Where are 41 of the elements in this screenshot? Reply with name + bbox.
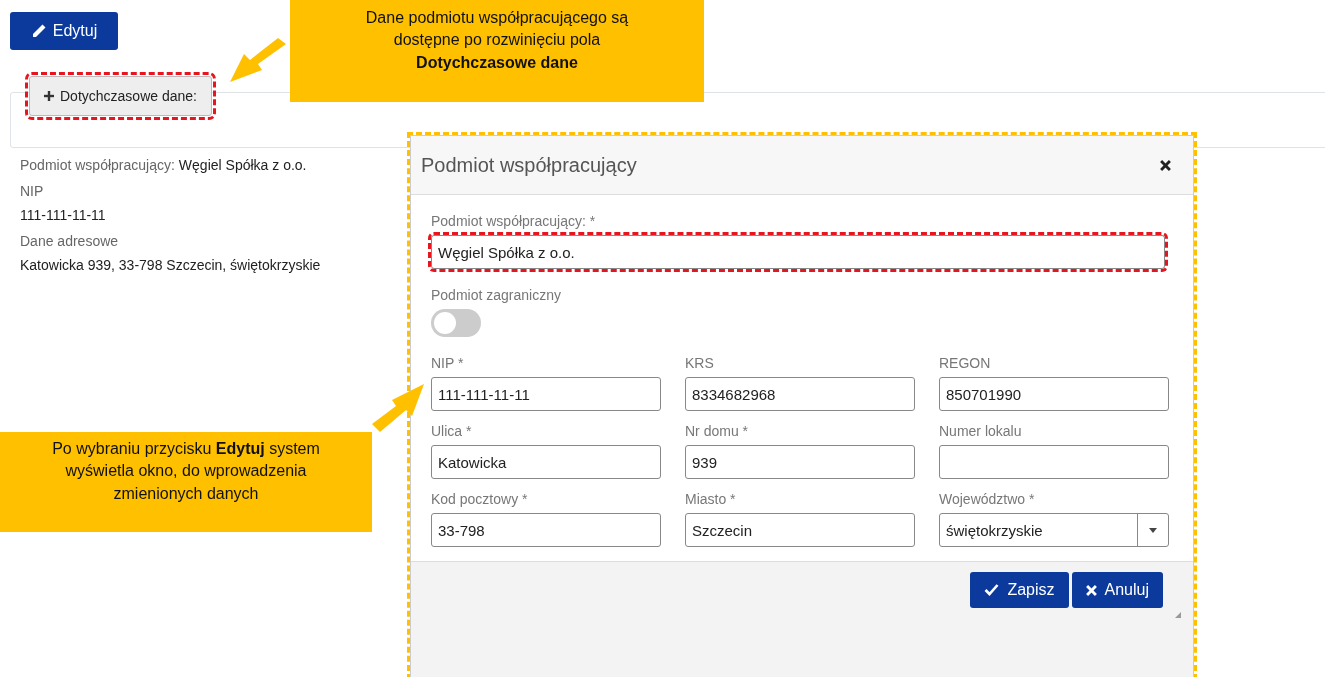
detail-value: Węgiel Spółka z o.o. <box>178 157 307 173</box>
edit-button[interactable]: Edytuj <box>10 12 118 50</box>
detail-label: NIP <box>20 183 45 199</box>
field-label: Województwo * <box>939 491 1036 507</box>
resize-handle-icon[interactable] <box>1175 612 1181 618</box>
close-icon[interactable] <box>1160 159 1171 171</box>
field-label: Ulica * <box>431 423 473 439</box>
text-input[interactable]: 111-111-11-11 <box>431 377 661 411</box>
field-label: Kod pocztowy * <box>431 491 529 507</box>
caret-icon <box>1149 527 1157 533</box>
detail-value: 111-111-11-11 <box>20 207 107 223</box>
text-input[interactable]: 939 <box>685 445 915 479</box>
cancel-button[interactable]: Anuluj <box>1071 572 1163 608</box>
text-input[interactable] <box>939 445 1169 479</box>
callout-note: Dane podmiotu współpracującego są dostępne po rozwinięciu pola Dotychczasowe dane <box>290 0 704 102</box>
text-input[interactable]: Katowicka <box>431 445 661 479</box>
plus-icon <box>44 91 54 101</box>
toggle-switch[interactable] <box>431 309 481 337</box>
callout-note: Po wybraniu przycisku Edytuj system wyświetla okno, do wprowadzenia zmienionych danych <box>0 432 372 532</box>
close-icon <box>1085 584 1097 596</box>
field-label: NIP * <box>431 355 465 371</box>
field-label: Numer lokalu <box>939 423 1023 439</box>
field-label: REGON <box>939 355 992 371</box>
select-dropdown[interactable]: świętokrzyskie <box>939 513 1169 547</box>
detail-value: Katowicka 939, 33-798 Szczecin, świętokrzyskie <box>20 257 321 273</box>
field-label: Miasto * <box>685 491 737 507</box>
save-button[interactable]: Zapisz <box>970 572 1069 608</box>
detail-label: Dane adresowe <box>20 233 120 249</box>
text-input[interactable]: Szczecin <box>685 513 915 547</box>
text-input[interactable]: 850701990 <box>939 377 1169 411</box>
pencil-icon <box>30 23 47 39</box>
field-label: KRS <box>685 355 715 371</box>
detail-label: Podmiot współpracujący: <box>20 157 175 173</box>
field-label: Podmiot współpracujący: * <box>431 213 596 229</box>
field-label: Podmiot zagraniczny <box>431 287 561 303</box>
text-input[interactable]: 8334682968 <box>685 377 915 411</box>
dialog-title: Podmiot współpracujący <box>421 153 637 177</box>
name-input[interactable]: Węgiel Spółka z o.o. <box>431 235 1165 269</box>
check-icon <box>984 584 1000 596</box>
text-input[interactable]: 33-798 <box>431 513 661 547</box>
field-label: Nr domu * <box>685 423 750 439</box>
